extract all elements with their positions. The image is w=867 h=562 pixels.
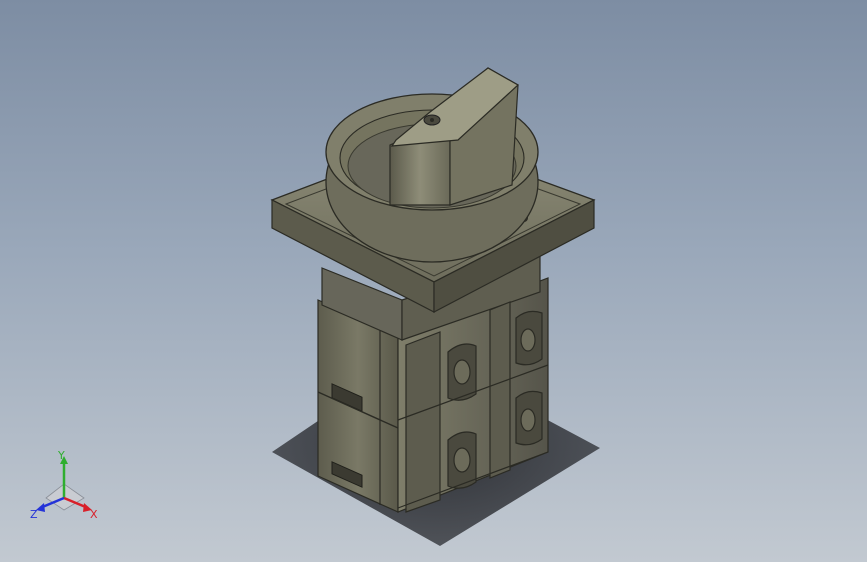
graphics-viewport[interactable]: Y X Z: [0, 0, 867, 562]
coordinate-triad[interactable]: Y X Z: [24, 448, 104, 524]
z-axis-label: Z: [30, 508, 38, 521]
y-axis-label: Y: [57, 449, 65, 462]
x-axis-label: X: [90, 508, 98, 521]
cad-model-view[interactable]: [0, 0, 867, 562]
